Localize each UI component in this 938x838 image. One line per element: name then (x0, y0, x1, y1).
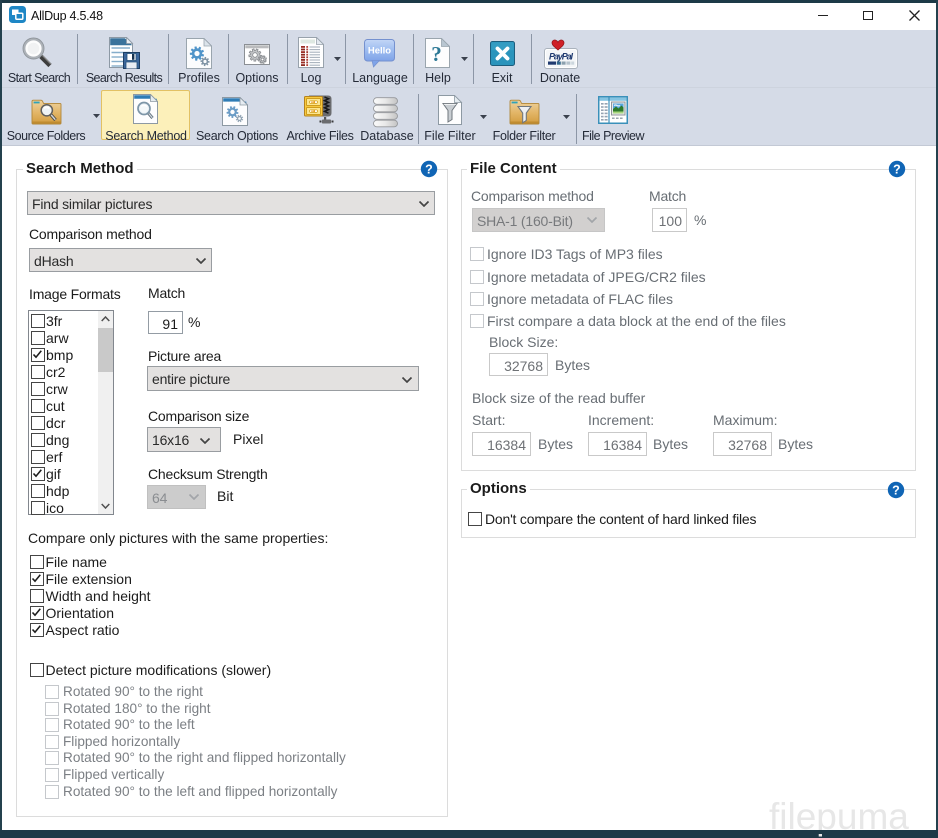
svg-text:?: ? (425, 163, 433, 177)
svg-text:PayPal: PayPal (549, 52, 573, 62)
svg-text:?: ? (431, 42, 442, 66)
svg-text:Hello: Hello (368, 46, 391, 57)
svg-text:?: ? (892, 484, 900, 498)
svg-text:?: ? (893, 163, 901, 177)
